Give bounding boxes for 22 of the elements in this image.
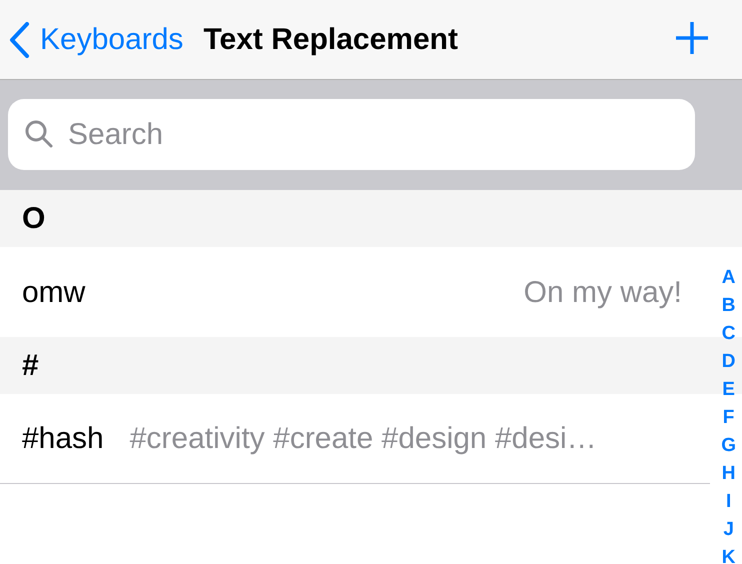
index-letter[interactable]: H bbox=[722, 460, 736, 488]
index-letter[interactable]: K bbox=[722, 544, 736, 564]
index-letter[interactable]: A bbox=[722, 264, 736, 292]
index-letter[interactable]: C bbox=[722, 320, 736, 348]
index-letter[interactable]: B bbox=[722, 292, 736, 320]
search-field[interactable]: Search bbox=[8, 99, 695, 170]
screen-title: Text Replacement bbox=[203, 22, 458, 58]
chevron-left-icon bbox=[8, 22, 30, 58]
section-header: O bbox=[0, 190, 742, 247]
shortcut-text: omw bbox=[22, 274, 86, 310]
shortcut-text: #hash bbox=[22, 421, 104, 457]
index-letter[interactable]: D bbox=[722, 348, 736, 376]
search-icon bbox=[24, 119, 54, 149]
index-letter[interactable]: J bbox=[723, 516, 734, 544]
back-button[interactable]: Keyboards bbox=[8, 17, 184, 62]
index-letter[interactable]: G bbox=[721, 432, 736, 460]
phrase-text: On my way! bbox=[524, 274, 682, 310]
phrase-text: #creativity #create #design #desi… bbox=[130, 421, 597, 457]
index-letter[interactable]: I bbox=[726, 488, 732, 516]
index-letter[interactable]: F bbox=[722, 404, 734, 432]
index-letter[interactable]: E bbox=[722, 376, 735, 404]
plus-icon bbox=[674, 20, 710, 56]
